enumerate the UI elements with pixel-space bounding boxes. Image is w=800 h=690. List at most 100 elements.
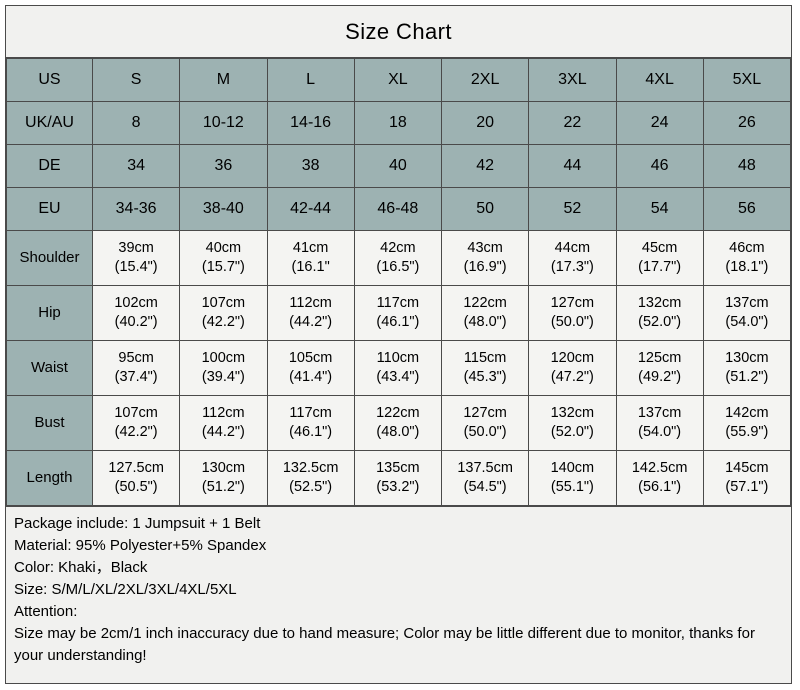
cell-shoulder-l: 41cm (16.1" bbox=[266, 230, 355, 286]
value-inch: (39.4") bbox=[201, 369, 245, 385]
value-cm: 127cm bbox=[550, 294, 595, 311]
value-inch: (16.9") bbox=[463, 259, 507, 275]
value-cm: 125cm bbox=[637, 349, 682, 366]
cell-ukau-3xl: 22 bbox=[528, 101, 617, 145]
value-cm: 112cm bbox=[202, 404, 245, 421]
value-cm: 122cm bbox=[463, 294, 507, 311]
value-inch: (46.1") bbox=[376, 314, 420, 330]
cell-bust-5xl: 142cm (55.9") bbox=[702, 395, 792, 451]
cell-waist-5xl: 130cm (51.2") bbox=[702, 340, 792, 396]
value-inch: (56.1") bbox=[638, 479, 682, 495]
note-material: Material: 95% Polyester+5% Spandex bbox=[14, 537, 267, 555]
value-cm: 42cm bbox=[380, 239, 416, 256]
table-row-us: US S M L XL 2XL 3XL 4XL 5XL bbox=[6, 58, 792, 102]
cell-de-4xl: 46 bbox=[615, 144, 704, 188]
cell-ukau-s: 8 bbox=[91, 101, 181, 145]
title-bar: Size Chart bbox=[6, 6, 791, 58]
page-title: Size Chart bbox=[345, 18, 452, 44]
value-cm: 127cm bbox=[463, 404, 507, 421]
value-cm: 137cm bbox=[637, 404, 682, 421]
cell-hip-4xl: 132cm (52.0") bbox=[615, 285, 704, 341]
cell-ukau-l: 14-16 bbox=[266, 101, 355, 145]
cell-ukau-5xl: 26 bbox=[702, 101, 792, 145]
value-cm: 120cm bbox=[550, 349, 595, 366]
cell-bust-l: 117cm (46.1") bbox=[266, 395, 355, 451]
cell-waist-m: 100cm (39.4") bbox=[179, 340, 268, 396]
cell-shoulder-2xl: 43cm (16.9") bbox=[440, 230, 530, 286]
value-inch: (46.1") bbox=[289, 424, 333, 440]
row-label-de: DE bbox=[6, 144, 93, 188]
value-inch: (54.5") bbox=[463, 479, 507, 495]
cell-eu-4xl: 54 bbox=[615, 187, 704, 231]
value-inch: (50.5") bbox=[114, 479, 158, 495]
note-color: Color: Khaki，Black bbox=[14, 559, 148, 577]
cell-shoulder-3xl: 44cm (17.3") bbox=[528, 230, 617, 286]
value-cm: 122cm bbox=[376, 404, 420, 421]
row-label-us: US bbox=[6, 58, 93, 102]
cell-ukau-xl: 18 bbox=[353, 101, 443, 145]
chart-frame: Size Chart US S M L XL 2XL 3XL 4XL 5XL U… bbox=[5, 5, 792, 684]
cell-hip-5xl: 137cm (54.0") bbox=[702, 285, 792, 341]
value-cm: 40cm bbox=[205, 239, 242, 256]
cell-de-3xl: 44 bbox=[528, 144, 617, 188]
table-row-ukau: UK/AU 8 10-12 14-16 18 20 22 24 26 bbox=[6, 101, 792, 145]
value-cm: 127.5cm bbox=[108, 459, 164, 476]
value-cm: 95cm bbox=[118, 349, 154, 366]
value-cm: 45cm bbox=[641, 239, 678, 256]
value-inch: (37.4") bbox=[114, 369, 158, 385]
value-cm: 132.5cm bbox=[282, 459, 339, 476]
value-inch: (42.2") bbox=[201, 314, 245, 330]
value-cm: 142.5cm bbox=[631, 459, 688, 476]
value-inch: (41.4") bbox=[289, 369, 333, 385]
cell-waist-3xl: 120cm (47.2") bbox=[528, 340, 617, 396]
row-label-bust: Bust bbox=[6, 395, 93, 451]
value-inch: (17.7") bbox=[638, 259, 682, 275]
value-cm: 135cm bbox=[376, 459, 420, 476]
value-cm: 130cm bbox=[201, 459, 246, 476]
value-inch: (43.4") bbox=[376, 369, 420, 385]
value-inch: (51.2") bbox=[201, 479, 245, 495]
row-label-ukau: UK/AU bbox=[6, 101, 93, 145]
row-label-length: Length bbox=[6, 450, 93, 506]
table-row-eu: EU 34-36 38-40 42-44 46-48 50 52 54 56 bbox=[6, 187, 792, 231]
row-label-eu: EU bbox=[6, 187, 93, 231]
cell-shoulder-4xl: 45cm (17.7") bbox=[615, 230, 704, 286]
value-cm: 132cm bbox=[550, 404, 595, 421]
value-cm: 117cm bbox=[376, 294, 420, 311]
value-inch: (50.0") bbox=[463, 424, 507, 440]
row-label-hip: Hip bbox=[6, 285, 93, 341]
cell-eu-s: 34-36 bbox=[91, 187, 181, 231]
cell-bust-s: 107cm (42.2") bbox=[91, 395, 181, 451]
value-cm: 43cm bbox=[467, 239, 503, 256]
value-inch: (52.0") bbox=[550, 424, 594, 440]
cell-hip-3xl: 127cm (50.0") bbox=[528, 285, 617, 341]
cell-eu-xl: 46-48 bbox=[353, 187, 443, 231]
cell-de-s: 34 bbox=[91, 144, 181, 188]
value-cm: 105cm bbox=[288, 349, 333, 366]
value-inch: (48.0") bbox=[463, 314, 507, 330]
value-inch: (55.9") bbox=[725, 424, 769, 440]
value-inch: (52.0") bbox=[638, 314, 682, 330]
cell-us-4xl: 4XL bbox=[615, 58, 704, 102]
value-inch: (54.0") bbox=[725, 314, 769, 330]
value-cm: 112cm bbox=[289, 294, 332, 311]
value-inch: (52.5") bbox=[289, 479, 333, 495]
cell-bust-2xl: 127cm (50.0") bbox=[440, 395, 530, 451]
cell-waist-l: 105cm (41.4") bbox=[266, 340, 355, 396]
value-inch: (50.0") bbox=[550, 314, 594, 330]
cell-eu-3xl: 52 bbox=[528, 187, 617, 231]
value-inch: (44.2") bbox=[201, 424, 245, 440]
value-cm: 44cm bbox=[554, 239, 591, 256]
cell-bust-3xl: 132cm (52.0") bbox=[528, 395, 617, 451]
cell-us-2xl: 2XL bbox=[440, 58, 530, 102]
cell-de-l: 38 bbox=[266, 144, 355, 188]
cell-shoulder-xl: 42cm (16.5") bbox=[353, 230, 443, 286]
cell-us-3xl: 3XL bbox=[528, 58, 617, 102]
row-label-shoulder: Shoulder bbox=[6, 230, 93, 286]
cell-eu-m: 38-40 bbox=[179, 187, 268, 231]
value-cm: 110cm bbox=[376, 349, 420, 366]
value-inch: (51.2") bbox=[725, 369, 769, 385]
cell-length-l: 132.5cm (52.5") bbox=[266, 450, 355, 506]
table-row-waist: Waist 95cm (37.4") 100cm (39.4") 105cm (41.… bbox=[6, 340, 792, 396]
cell-bust-m: 112cm (44.2") bbox=[179, 395, 268, 451]
